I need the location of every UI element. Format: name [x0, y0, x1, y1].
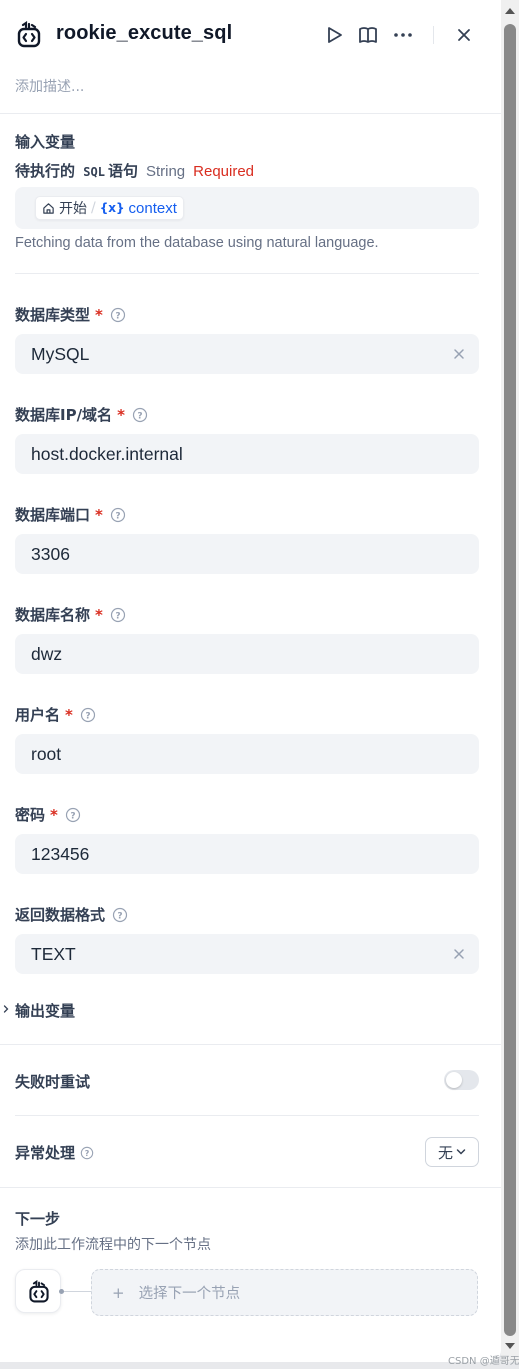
divider: [15, 273, 479, 274]
scrollbar[interactable]: [501, 0, 519, 1362]
header-separator: [433, 26, 434, 44]
error-handling-select[interactable]: 无: [425, 1137, 479, 1167]
panel-header: rookie_excute_sql: [0, 0, 501, 72]
choose-next-label: 选择下一个节点: [138, 1286, 241, 1302]
output-variables-title[interactable]: 输出变量: [15, 1000, 75, 1021]
more-options-icon[interactable]: [392, 24, 414, 46]
home-icon: [43, 202, 54, 214]
svg-text:?: ?: [115, 611, 120, 621]
connector-line: [61, 1291, 91, 1292]
plus-icon: +: [112, 1283, 125, 1302]
password-input[interactable]: 123456: [15, 834, 479, 874]
svg-text:?: ?: [70, 811, 75, 821]
watermark: CSDN @遁哥无: [448, 1356, 519, 1367]
next-step-subtitle: 添加此工作流程中的下一个节点: [15, 1237, 211, 1253]
svg-text:?: ?: [117, 911, 122, 921]
source-variable-name: context: [128, 199, 177, 217]
db-name-input[interactable]: dwz: [15, 634, 479, 674]
run-play-icon[interactable]: [323, 24, 345, 46]
clear-icon[interactable]: [452, 947, 466, 961]
field-label-password: 密码 * ?: [15, 804, 81, 825]
scroll-down-arrow-icon[interactable]: [505, 1343, 515, 1349]
variable-header: 待执行的 SQL 语句 String Required: [15, 160, 254, 181]
help-icon[interactable]: ?: [110, 507, 126, 523]
node-title[interactable]: rookie_excute_sql: [56, 22, 232, 45]
connector-dot: [59, 1289, 64, 1294]
svg-text:?: ?: [85, 711, 90, 721]
svg-text:?: ?: [85, 1149, 90, 1158]
variable-name: 待执行的 SQL 语句: [15, 162, 138, 180]
help-icon[interactable]: ?: [112, 907, 128, 923]
variable-icon: {x}: [99, 201, 125, 215]
db-type-select[interactable]: MySQL: [15, 334, 479, 374]
code-node-icon: [17, 21, 41, 48]
code-node-icon: [29, 1280, 49, 1303]
help-icon[interactable]: ?: [80, 1146, 94, 1160]
scroll-up-arrow-icon[interactable]: [505, 8, 515, 14]
retry-label: 失败时重试: [15, 1073, 91, 1091]
field-label-db-host: 数据库IP/域名 * ?: [15, 404, 148, 425]
help-icon[interactable]: ?: [110, 307, 126, 323]
svg-text:?: ?: [137, 411, 142, 421]
field-label-return-format: 返回数据格式 ?: [15, 904, 128, 925]
svg-text:?: ?: [115, 311, 120, 321]
chevron-down-icon: [456, 1149, 466, 1155]
book-icon[interactable]: [357, 24, 379, 46]
divider: [15, 1115, 479, 1116]
variable-reference-chip[interactable]: 开始 / {x} context: [35, 196, 184, 220]
db-host-input[interactable]: host.docker.internal: [15, 434, 479, 474]
variable-type: String: [145, 163, 186, 180]
username-input[interactable]: root: [15, 734, 479, 774]
svg-text:?: ?: [115, 511, 120, 521]
choose-next-node-button[interactable]: + 选择下一个节点: [91, 1269, 478, 1316]
variable-required: Required: [193, 163, 255, 180]
clear-icon[interactable]: [452, 347, 466, 361]
description-input[interactable]: 添加描述...: [15, 76, 84, 96]
toggle-knob: [446, 1072, 462, 1088]
help-icon[interactable]: ?: [65, 807, 81, 823]
help-icon[interactable]: ?: [132, 407, 148, 423]
scrollbar-thumb[interactable]: [504, 24, 516, 1336]
field-label-username: 用户名 * ?: [15, 704, 96, 725]
divider: [0, 113, 501, 114]
error-handling-label: 异常处理 ?: [15, 1142, 94, 1163]
current-node-thumb: [15, 1269, 61, 1313]
field-label-db-type: 数据库类型 * ?: [15, 304, 126, 325]
path-separator: /: [91, 200, 96, 216]
help-icon[interactable]: ?: [80, 707, 96, 723]
close-icon[interactable]: [453, 24, 475, 46]
node-config-panel: rookie_excute_sql 添加描述... 输入变量 待执行的 SQL 语…: [0, 0, 501, 1362]
retry-toggle[interactable]: [444, 1070, 479, 1090]
divider: [0, 1044, 501, 1045]
next-step-title: 下一步: [15, 1210, 61, 1228]
field-label-db-port: 数据库端口 * ?: [15, 504, 126, 525]
divider: [0, 1187, 501, 1188]
input-variables-title: 输入变量: [15, 133, 76, 151]
variable-description: Fetching data from the database using na…: [15, 235, 379, 251]
variable-selector[interactable]: 开始 / {x} context: [15, 187, 479, 229]
field-label-db-name: 数据库名称 * ?: [15, 604, 126, 625]
source-node-name: 开始: [59, 201, 87, 217]
help-icon[interactable]: ?: [110, 607, 126, 623]
return-format-select[interactable]: TEXT: [15, 934, 479, 974]
db-port-input[interactable]: 3306: [15, 534, 479, 574]
chevron-right-icon[interactable]: [2, 1004, 10, 1014]
